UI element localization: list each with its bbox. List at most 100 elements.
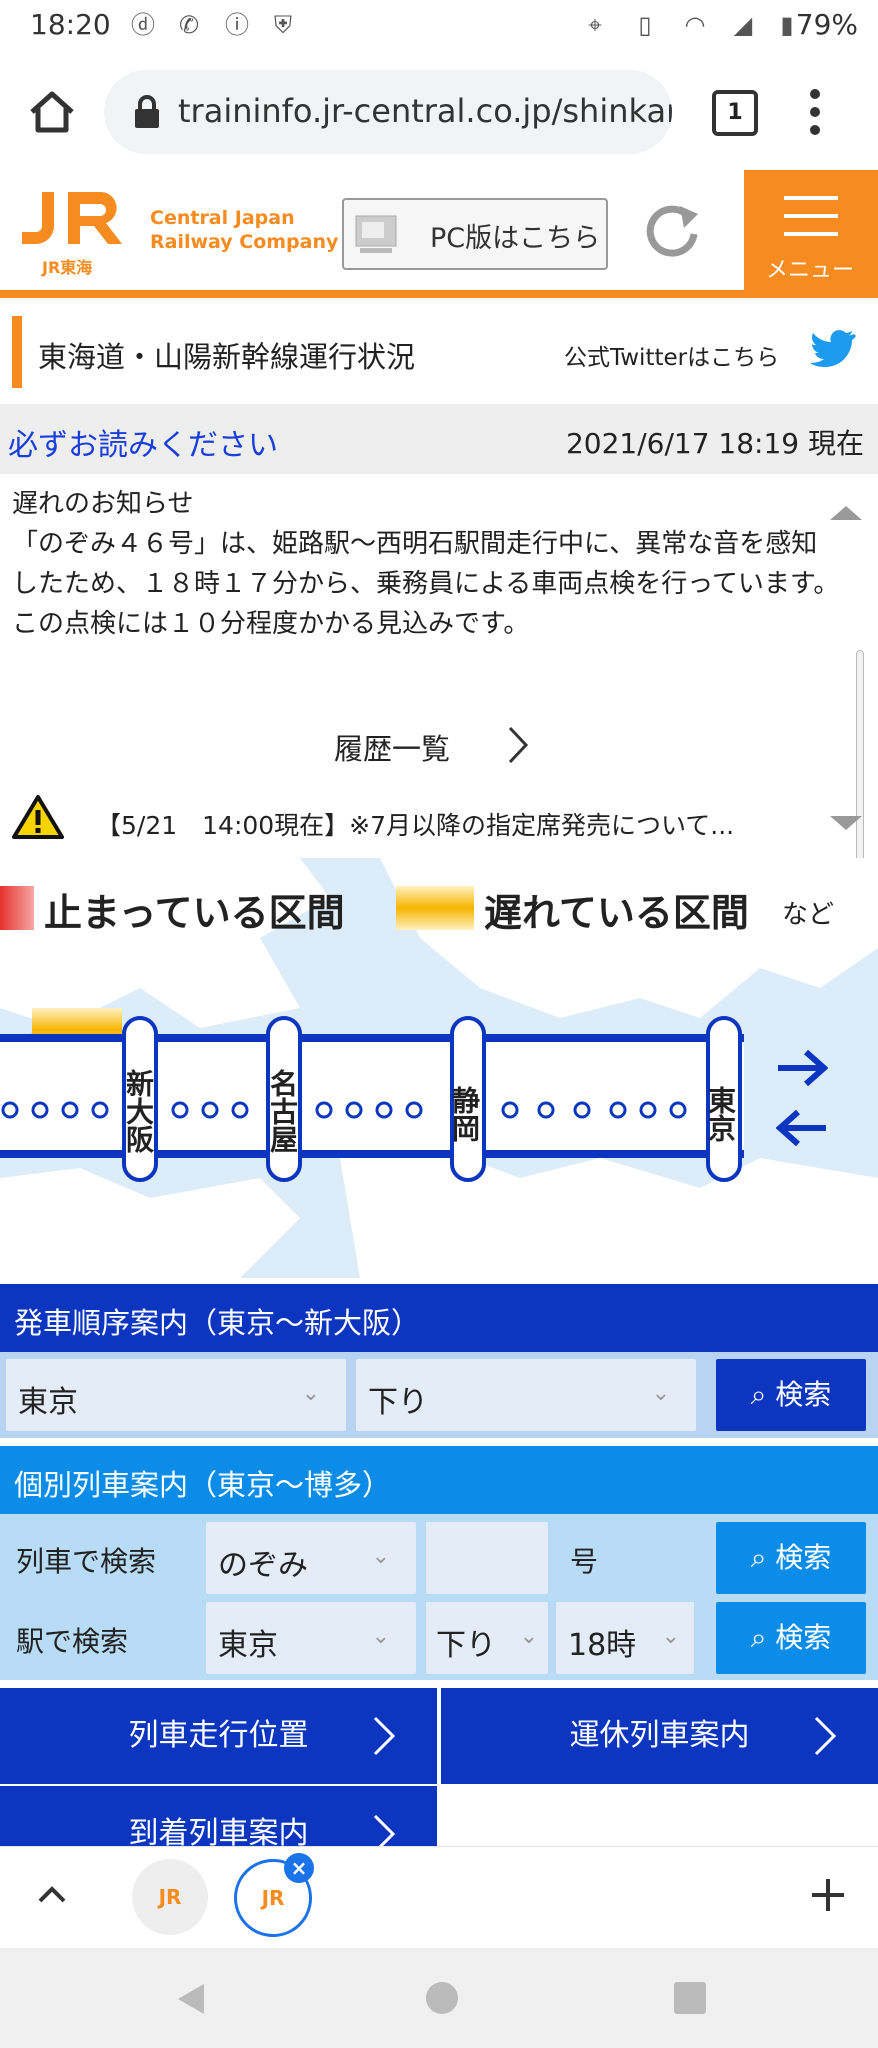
status-timestamp: 2021/6/17 18:19 現在 [565,427,864,460]
arrow-left-icon[interactable] [775,1108,828,1148]
lock-icon [132,94,162,130]
station-search-button[interactable]: ⌕ 検索 [716,1602,866,1674]
chevron-down-icon: ⌄ [371,1544,390,1569]
route-map[interactable]: 止まっている区間 遅れている区間 など 新大阪 名古屋 静岡 東京 [0,858,878,1278]
browser-toolbar: traininfo.jr-central.co.jp/shinkan 1 [0,54,878,171]
history-link[interactable]: 履歴一覧 [334,726,529,770]
status-bar: 18:20 ⓓ ✆ ⓘ ⛨ ⌖ ▯ ◠ ◢ ▮ 79% [0,0,878,54]
legend-stopped-label: 止まっている区間 [44,891,345,935]
info-icon: ⓘ [225,11,249,39]
site-header: JR東海 Central Japan Railway Company PC版はこ… [0,170,878,298]
tab-switcher-button[interactable]: 1 [712,90,758,136]
chevron-right-icon [373,1716,396,1756]
company-name: Central Japan Railway Company [150,206,338,254]
departure-search-button[interactable]: ⌕ 検索 [716,1359,866,1431]
header-divider [0,290,878,298]
go-suffix: 号 [570,1545,599,1578]
train-search-label: 検索 [775,1541,832,1574]
train-type-value: のぞみ [218,1548,308,1583]
notice-body: 「のぞみ４６号」は、姫路駅〜西明石駅間走行中に、異常な音を感知したため、１８時１… [12,529,840,639]
individual-title: 個別列車案内（東京〜博多） [14,1468,392,1502]
chevron-down-icon: ⌄ [301,1381,320,1406]
wifi-icon: ◠ [684,11,706,39]
chevron-right-icon [814,1716,837,1756]
system-nav-bar [0,1948,878,2048]
departure-form: 東京 ⌄ 下り ⌄ ⌕ 検索 [0,1352,878,1438]
search-icon: ⌕ [750,1378,767,1411]
url-bar[interactable]: traininfo.jr-central.co.jp/shinkan [104,70,672,154]
twitter-link[interactable]: 公式Twitterはこちら [564,338,779,372]
plus-icon[interactable] [808,1875,848,1915]
home-icon[interactable] [26,86,78,138]
station-search-label: 検索 [775,1621,832,1654]
menu-button[interactable]: メニュー [744,170,878,294]
pc-version-button[interactable]: PC版はこちら [342,198,608,270]
legend-delayed-label: 遅れている区間 [484,891,749,935]
menu-label: メニュー [766,258,855,283]
train-number-input[interactable] [426,1522,548,1594]
alert-link[interactable]: 【5/21 14:00現在】※7月以降の指定席発売について... [96,806,734,842]
search-icon: ⌕ [750,1621,767,1654]
notice-heading: 遅れのお知らせ [12,489,194,519]
train-type-select[interactable]: のぞみ ⌄ [206,1522,416,1594]
hamburger-icon [784,196,838,236]
more-menu-icon[interactable] [800,84,830,140]
logo-sub: JR東海 [42,258,93,277]
direction-value: 下り [436,1628,496,1663]
battery-percent: 79% [795,8,858,41]
station-shin-osaka[interactable]: 新大阪 [122,1016,158,1182]
arrow-right-icon[interactable] [776,1048,829,1088]
docomo-icon: ⓓ [131,11,155,39]
must-read-link[interactable]: 必ずお読みください [8,420,278,464]
station-tokyo[interactable]: 東京 [704,1016,742,1182]
title-accent [12,316,22,388]
jr-central-logo[interactable]: JR東海 [18,188,134,278]
direction-select[interactable]: 下り ⌄ [426,1602,548,1674]
reload-icon[interactable] [640,198,708,266]
warning-icon [12,794,64,840]
departure-direction-select[interactable]: 下り ⌄ [356,1359,696,1431]
train-search-button[interactable]: ⌕ 検索 [716,1522,866,1594]
shield-icon: ⛨ [274,11,292,39]
browser-tab-strip: JR JR × [0,1846,878,1949]
station-shizuoka[interactable]: 静岡 [448,1016,486,1182]
chevron-up-icon[interactable] [36,1879,68,1911]
suspended-trains-button[interactable]: 運休列車案内 [441,1688,878,1784]
pc-version-label: PC版はこちら [430,223,601,254]
hour-select[interactable]: 18時 ⌄ [556,1602,694,1674]
chevron-right-icon [508,726,529,764]
by-station-label: 駅で検索 [16,1625,129,1658]
tab-thumbnail-1[interactable]: JR [132,1859,208,1935]
hour-value: 18時 [568,1628,637,1663]
close-tab-icon[interactable]: × [284,1853,314,1883]
chevron-down-icon: ⌄ [519,1624,538,1649]
legend-delayed-swatch [396,886,474,930]
route-line[interactable] [0,1034,744,1158]
station-select[interactable]: 東京 ⌄ [206,1602,416,1674]
arrival-trains-button[interactable]: 到着列車案内 [0,1786,437,1846]
station-nagoya[interactable]: 名古屋 [266,1016,302,1182]
station-value: 東京 [218,1628,278,1663]
page-title: 東海道・山陽新幹線運行状況 [38,340,416,374]
individual-form: 列車で検索 のぞみ ⌄ 号 ⌕ 検索 駅で検索 東京 ⌄ 下り ⌄ 18時 ⌄ … [0,1514,878,1680]
signal-icon: ◢ [733,11,753,39]
vibrate-icon: ▯ [638,11,652,39]
delay-notice: 遅れのお知らせ 「のぞみ４６号」は、姫路駅〜西明石駅間走行中に、異常な音を感知し… [12,484,842,644]
home-button-icon[interactable] [426,1982,458,2014]
scroll-down-icon[interactable] [830,816,862,830]
legend-stopped-swatch [0,886,34,930]
chevron-right-icon [373,1814,396,1846]
url-text: traininfo.jr-central.co.jp/shinkan [178,92,672,130]
by-train-label: 列車で検索 [16,1545,157,1578]
recents-icon[interactable] [674,1982,706,2014]
title-bar: 東海道・山陽新幹線運行状況 公式Twitterはこちら [0,298,878,404]
notice-bar: 必ずお読みください 2021/6/17 18:19 現在 [0,404,878,474]
twitter-icon[interactable] [808,328,856,372]
history-label: 履歴一覧 [334,732,451,766]
individual-section-header: 個別列車案内（東京〜博多） [0,1446,878,1514]
status-time: 18:20 [30,8,111,41]
departure-station-select[interactable]: 東京 ⌄ [6,1359,346,1431]
back-icon[interactable] [176,1982,206,2016]
train-position-button[interactable]: 列車走行位置 [0,1688,437,1784]
route-dots [0,1098,744,1126]
